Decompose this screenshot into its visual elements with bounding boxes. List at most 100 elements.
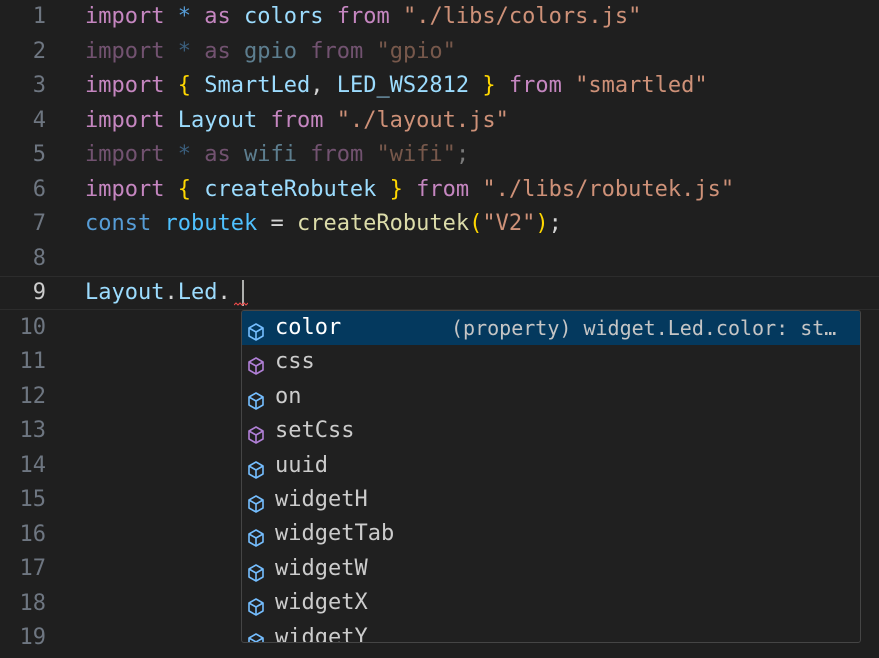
code-token: colors xyxy=(243,4,324,29)
code-token: from xyxy=(336,4,390,29)
suggestion-item-widgety[interactable]: widgetY xyxy=(242,621,860,643)
code-token: "V2" xyxy=(482,211,536,236)
code-token: { xyxy=(177,73,191,98)
property-icon xyxy=(246,457,266,479)
code-line[interactable]: 5 import * as wifi from "wifi"; xyxy=(0,138,879,172)
code-token: as xyxy=(204,38,231,64)
code-token: Layout xyxy=(85,280,165,305)
line-number: 18 xyxy=(19,590,47,616)
code-token: ) xyxy=(535,211,549,236)
code-token: LED_WS2812 xyxy=(336,73,470,98)
code-line[interactable]: 4 import Layout from "./layout.js" xyxy=(0,104,879,138)
code-token: SmartLed xyxy=(204,73,311,98)
code-line[interactable]: 7 const robutek = createRobutek("V2"); xyxy=(0,207,879,241)
suggestion-label: uuid xyxy=(275,452,328,478)
property-icon xyxy=(246,525,266,548)
line-number: 15 xyxy=(19,487,47,512)
line-number: 3 xyxy=(32,73,46,98)
code-token: * xyxy=(177,4,191,29)
suggestion-item-on[interactable]: on xyxy=(242,380,860,414)
suggestion-item-widgettab[interactable]: widgetTab xyxy=(242,517,860,551)
code-token: robutek xyxy=(164,211,258,236)
line-number: 6 xyxy=(32,176,46,202)
code-token: createRobutek xyxy=(204,176,377,202)
method-icon xyxy=(246,422,266,444)
line-number: 14 xyxy=(19,452,47,478)
suggestion-detail: (property) widget.Led.color: st… xyxy=(451,316,837,340)
code-token: wifi xyxy=(243,142,297,167)
suggestion-item-css[interactable]: css xyxy=(242,345,860,379)
code-token: from xyxy=(310,38,364,64)
code-token: . xyxy=(164,280,178,305)
code-text: import Layout from "./layout.js" xyxy=(85,104,509,138)
suggestion-item-widgeth[interactable]: widgetH xyxy=(242,483,860,517)
suggestion-label: on xyxy=(275,383,302,409)
code-token: "wifi" xyxy=(376,142,456,167)
code-token: "gpio" xyxy=(376,38,456,64)
suggestion-item-widgetx[interactable]: widgetX xyxy=(242,586,860,620)
code-text: const robutek = createRobutek("V2"); xyxy=(85,207,562,241)
property-icon xyxy=(246,594,266,616)
code-token: import xyxy=(85,107,165,133)
code-token: } xyxy=(482,73,496,98)
code-token: . xyxy=(217,280,231,305)
line-number: 16 xyxy=(19,521,47,547)
suggestion-widget[interactable]: color (property) widget.Led.color: st… css… xyxy=(241,310,861,643)
code-line[interactable]: 6 import { createRobutek } from "./libs/r… xyxy=(0,173,879,207)
code-line[interactable]: 9 Layout.Led. xyxy=(0,276,879,310)
property-icon xyxy=(246,319,266,341)
line-number: 13 xyxy=(19,418,47,443)
code-token: Led xyxy=(177,280,218,305)
code-token: * xyxy=(177,38,191,64)
property-icon xyxy=(246,491,266,513)
suggestion-label: widgetH xyxy=(275,487,368,512)
code-token: createRobutek xyxy=(296,211,470,236)
property-icon xyxy=(246,388,266,410)
code-line[interactable]: 8 xyxy=(0,242,879,276)
suggestion-item-setcss[interactable]: setCss xyxy=(242,414,860,448)
code-token: } xyxy=(389,176,403,202)
property-icon xyxy=(246,629,266,642)
suggestion-label: css xyxy=(275,349,315,375)
line-number: 8 xyxy=(32,245,46,271)
code-token: ; xyxy=(455,142,470,167)
code-token: import xyxy=(85,176,165,202)
line-number: 1 xyxy=(32,4,46,29)
line-number: 5 xyxy=(32,142,46,167)
code-text: import * as wifi from "wifi"; xyxy=(85,138,469,172)
suggestion-item-color[interactable]: color (property) widget.Led.color: st… xyxy=(242,311,860,346)
suggestion-item-uuid[interactable]: uuid xyxy=(242,449,860,483)
code-line[interactable]: 2 import * as gpio from "gpio" xyxy=(0,35,879,69)
code-text: import * as colors from "./libs/colors.j… xyxy=(85,0,641,34)
code-token: import xyxy=(85,4,165,29)
code-line[interactable]: 3 import { SmartLed, LED_WS2812 } from "s… xyxy=(0,69,879,103)
suggestion-item-widgetw[interactable]: widgetW xyxy=(242,552,860,586)
line-number: 11 xyxy=(19,349,47,374)
code-token: as xyxy=(204,4,231,29)
code-token: "./layout.js" xyxy=(336,107,509,133)
suggestion-label: widgetW xyxy=(275,555,368,581)
error-squiggle xyxy=(234,302,248,306)
code-line[interactable]: 1 import * as colors from "./libs/colors.… xyxy=(0,0,879,34)
code-token: "./libs/colors.js" xyxy=(402,4,642,29)
code-token: from xyxy=(508,73,562,98)
suggestion-label: setCss xyxy=(275,418,355,444)
code-token: from xyxy=(310,142,364,167)
suggestion-label: widgetY xyxy=(275,624,368,643)
